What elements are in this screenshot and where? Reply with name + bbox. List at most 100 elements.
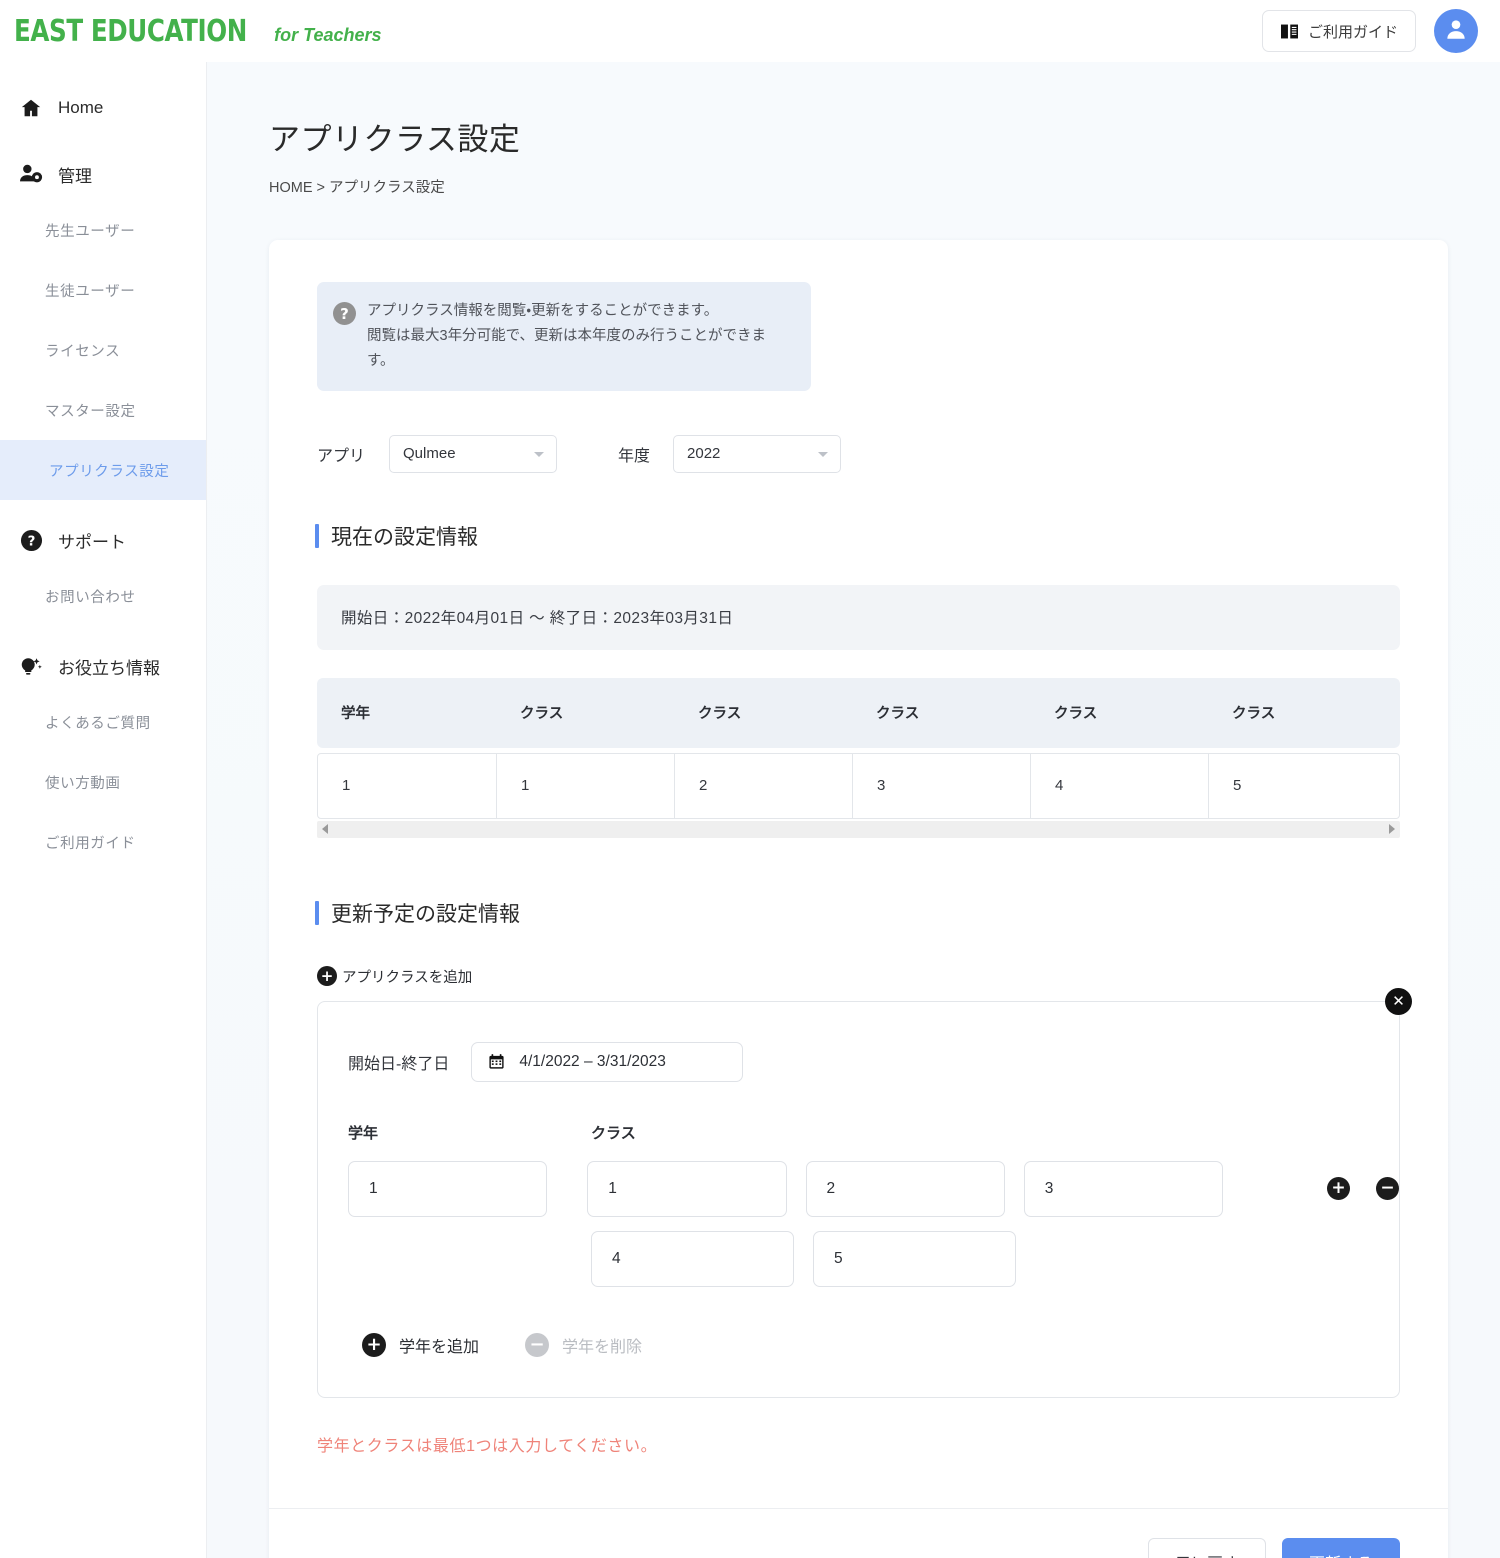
date-range-row: 開始日-終了日 4/1/2022 – 3/31/2023 (348, 1041, 1399, 1082)
date-range-value: 4/1/2022 – 3/31/2023 (519, 1052, 666, 1070)
sidebar-item-label: 生徒ユーザー (45, 283, 136, 300)
info-notice: ? アプリクラス情報を閲覧・更新をすることができます。 閲覧は最大3年分可能で、… (317, 282, 811, 391)
table-cell: 1 (497, 753, 675, 818)
date-range-label: 開始日-終了日 (348, 1055, 450, 1073)
sidebar-item-label: Home (58, 98, 104, 117)
table-cell: 3 (853, 753, 1031, 818)
app-select-label: アプリ (317, 447, 366, 465)
sidebar-item-user-guide[interactable]: ご利用ガイド (0, 812, 206, 872)
add-appclass-label: アプリクラスを追加 (342, 969, 473, 986)
page-title: アプリクラス設定 (269, 122, 521, 157)
sidebar-item-label: サポート (58, 532, 126, 552)
scroll-left-arrow-icon[interactable] (322, 824, 328, 835)
breadcrumb: HOME > アプリクラス設定 (269, 180, 445, 196)
card-footer: 元に戻す 更新する (269, 1507, 1448, 1558)
year-select[interactable]: 2022 (673, 434, 842, 473)
class-input[interactable]: 1 (587, 1160, 787, 1217)
sidebar-item-label: ライセンス (45, 343, 121, 360)
add-grade-button[interactable]: + 学年を追加 (362, 1332, 479, 1357)
plus-circle-icon: + (317, 966, 337, 987)
year-select-label: 年度 (618, 447, 651, 465)
sidebar-item-label: よくあるご質問 (45, 715, 151, 732)
class-input[interactable]: 5 (813, 1230, 1016, 1287)
class-row-controls: + − (1327, 1177, 1399, 1201)
sidebar-item-label: マスター設定 (45, 403, 136, 420)
current-date-range: 開始日：2022年04月01日 〜 終了日：2023年03月31日 (317, 584, 1400, 650)
table-header-cell: クラス (698, 706, 742, 723)
sidebar-item-label: アプリクラス設定 (49, 463, 170, 480)
update-button[interactable]: 更新する (1282, 1538, 1400, 1558)
lightbulb-icon (18, 655, 44, 678)
avatar[interactable] (1434, 9, 1478, 53)
close-icon[interactable]: ✕ (1385, 987, 1412, 1015)
chevron-down-icon (818, 451, 829, 457)
sidebar-item-master-settings[interactable]: マスター設定 (0, 380, 206, 440)
sidebar-item-useful-info[interactable]: お役立ち情報 (0, 640, 206, 692)
minus-circle-icon: − (525, 1332, 550, 1357)
info-notice-text: アプリクラス情報を閲覧・更新をすることができます。 閲覧は最大3年分可能で、更新… (367, 299, 793, 374)
scroll-right-arrow-icon[interactable] (1389, 824, 1395, 835)
sidebar-item-home[interactable]: Home (0, 82, 206, 134)
table-header-cell: クラス (520, 706, 564, 723)
update-settings-heading-label: 更新予定の設定情報 (331, 902, 520, 926)
remove-class-icon[interactable]: − (1376, 1177, 1399, 1201)
svg-text:?: ? (27, 534, 35, 549)
sidebar-item-contact[interactable]: お問い合わせ (0, 566, 206, 626)
sidebar-nav: Home 管理 先生ユーザー 生徒ユーザー ライセンス マスター設定 アプリクラ… (0, 62, 207, 1558)
table-header-cell: クラス (1232, 706, 1276, 723)
logo-primary-text: EAST EDUCATION (14, 13, 247, 49)
table-header-cell: クラス (876, 706, 920, 723)
info-notice-line2: 閲覧は最大3年分可能で、更新は本年度のみ行うことができます。 (367, 327, 766, 369)
book-icon (1280, 23, 1299, 40)
app-header: EAST EDUCATION for Teachers ご利用ガイド (0, 0, 1500, 62)
sidebar-item-label: ご利用ガイド (45, 835, 136, 852)
user-avatar-icon (1443, 16, 1469, 47)
class-column-header: クラス (591, 1124, 636, 1142)
class-input[interactable]: 4 (591, 1230, 794, 1287)
revert-button[interactable]: 元に戻す (1148, 1538, 1266, 1558)
class-input[interactable]: 2 (805, 1160, 1005, 1217)
brand-logo[interactable]: EAST EDUCATION for Teachers (14, 14, 382, 49)
user-settings-icon (18, 163, 44, 185)
sidebar-item-management[interactable]: 管理 (0, 148, 206, 200)
logo-secondary-text: for Teachers (274, 24, 382, 45)
grade-class-headers: 学年 クラス (348, 1122, 1399, 1143)
sidebar-item-license[interactable]: ライセンス (0, 320, 206, 380)
sidebar-item-support[interactable]: ? サポート (0, 514, 206, 566)
class-input[interactable]: 3 (1023, 1160, 1223, 1217)
remove-grade-button: − 学年を削除 (525, 1332, 642, 1357)
user-guide-button[interactable]: ご利用ガイド (1261, 10, 1416, 52)
table-cell: 4 (1031, 753, 1209, 818)
year-select-value: 2022 (687, 445, 721, 463)
current-settings-heading: 現在の設定情報 (315, 521, 1448, 551)
info-notice-line1: アプリクラス情報を閲覧・更新をすることができます。 (367, 303, 719, 319)
sidebar-item-howto-video[interactable]: 使い方動画 (0, 752, 206, 812)
validation-error-message: 学年とクラスは最低1つは入力してください。 (317, 1437, 658, 1455)
sidebar-item-faq[interactable]: よくあるご質問 (0, 692, 206, 752)
calendar-icon (488, 1053, 505, 1070)
add-class-icon[interactable]: + (1327, 1177, 1350, 1201)
table-header-cell: クラス (1054, 706, 1098, 723)
app-select[interactable]: Qulmee (389, 434, 558, 473)
sidebar-item-appclass-settings[interactable]: アプリクラス設定 (0, 440, 206, 500)
chevron-down-icon (534, 451, 545, 457)
app-select-value: Qulmee (403, 445, 456, 463)
grade-class-row: 1 1 2 3 + − (348, 1160, 1399, 1217)
grade-actions: + 学年を追加 − 学年を削除 (362, 1332, 1399, 1357)
filters-row: アプリ Qulmee 年度 2022 (317, 434, 1448, 473)
current-settings-heading-label: 現在の設定情報 (331, 525, 478, 549)
question-mark-icon: ? (333, 302, 356, 325)
table-header-row: 学年 クラス クラス クラス クラス クラス (317, 677, 1400, 748)
plus-circle-icon: + (362, 1332, 386, 1357)
main-content: アプリクラス設定 HOME > アプリクラス設定 ? アプリクラス情報を閲覧・更… (207, 62, 1500, 1558)
sidebar-item-teacher-users[interactable]: 先生ユーザー (0, 200, 206, 260)
table-horizontal-scrollbar[interactable] (317, 820, 1400, 838)
date-range-input[interactable]: 4/1/2022 – 3/31/2023 (471, 1041, 744, 1082)
table-cell: 5 (1233, 777, 1242, 795)
grade-input[interactable]: 1 (348, 1160, 548, 1217)
user-guide-label: ご利用ガイド (1307, 23, 1398, 41)
add-appclass-button[interactable]: + アプリクラスを追加 (317, 966, 1448, 987)
home-icon (18, 97, 44, 119)
appclass-entry-card: ✕ 開始日-終了日 4/1/2022 – 3/31/2023 学年 クラス 1 … (317, 987, 1412, 1398)
sidebar-item-student-users[interactable]: 生徒ユーザー (0, 260, 206, 320)
